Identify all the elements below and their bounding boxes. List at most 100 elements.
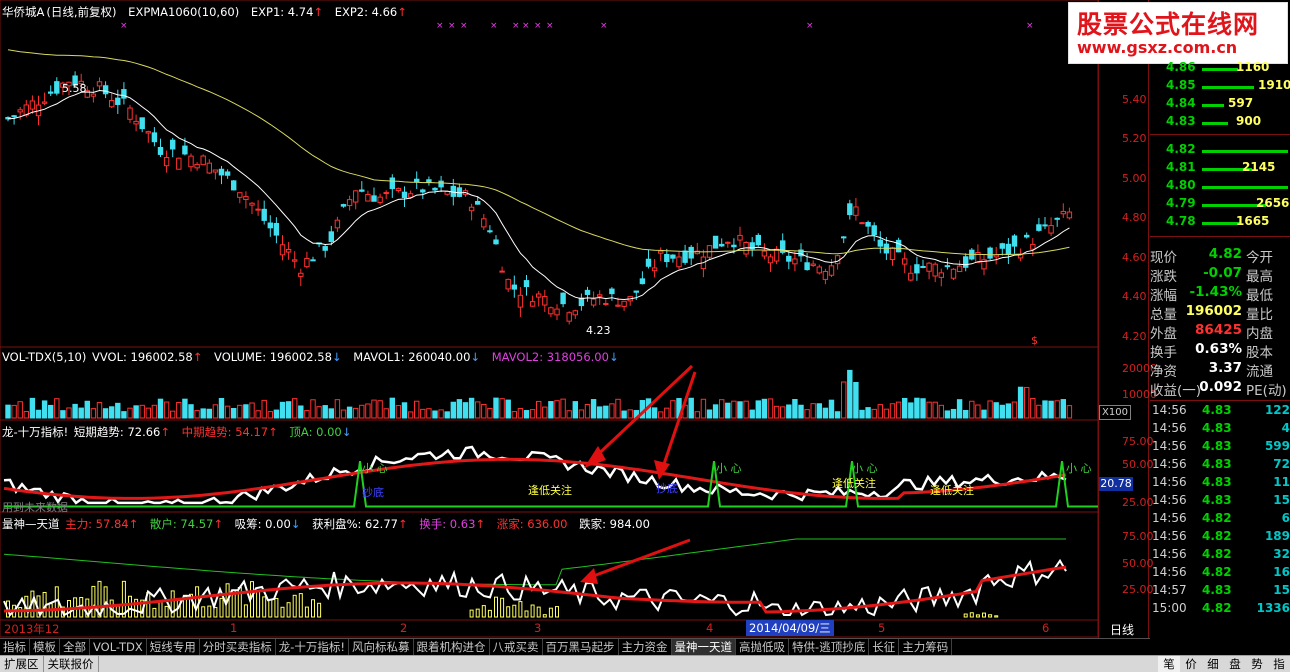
candle-body	[920, 265, 926, 268]
period-indicator[interactable]: 日线	[1110, 621, 1134, 638]
tab-1[interactable]: 模板	[30, 639, 60, 655]
volume-bar	[694, 411, 700, 419]
volume-bar	[548, 401, 554, 419]
ask-row[interactable]: 4.86 1160	[1150, 60, 1290, 78]
candle-body	[90, 93, 97, 97]
volume-bar	[627, 409, 633, 419]
related-quotes-button[interactable]: 关联报价	[44, 656, 99, 672]
tab-10[interactable]: 百万黑马起步	[543, 639, 619, 655]
bid-row[interactable]: 4.82	[1150, 142, 1290, 160]
stat-row: 收益(一) 0.092 PE(动)	[1150, 379, 1290, 399]
candle-body	[804, 262, 810, 271]
bid-row[interactable]: 4.78 1665	[1150, 214, 1290, 232]
stock-name[interactable]: 华侨城A	[2, 5, 44, 19]
tab-16[interactable]: 主力筹码	[899, 639, 953, 655]
stat-label: 换手	[1150, 345, 1177, 361]
volume-bar	[475, 401, 481, 419]
volume-bar	[96, 402, 103, 419]
signal-caution: 小 心	[1066, 462, 1092, 475]
candle-body	[517, 294, 524, 308]
candle-body	[365, 193, 371, 202]
volume-bar	[926, 401, 932, 419]
volume-bar	[688, 397, 694, 419]
signal-watch: 逢低关注	[528, 484, 572, 497]
ask-row[interactable]: 4.83 900	[1150, 114, 1290, 132]
candle-body	[719, 243, 725, 247]
tick-price: 4.83	[1202, 457, 1232, 471]
stat-label: 涨跌	[1150, 269, 1177, 285]
volume-bar	[920, 398, 926, 419]
candle-body	[895, 239, 902, 253]
bid-row[interactable]: 4.79 2656	[1150, 196, 1290, 214]
date-label: 3	[534, 621, 542, 635]
tick-volume: 15	[1273, 583, 1290, 597]
tab-13[interactable]: 高抛低吸	[736, 639, 790, 655]
expand-area-button[interactable]: 扩展区	[0, 656, 44, 672]
volume-bar	[584, 403, 591, 419]
tick-time: 15:00	[1152, 601, 1187, 615]
tab-detail[interactable]: 细	[1202, 656, 1224, 672]
tab-4[interactable]: 短线专用	[147, 639, 200, 655]
tab-7[interactable]: 风向标私募	[349, 639, 414, 655]
candle-body	[359, 189, 365, 192]
volume-bar	[536, 400, 542, 419]
candle-body	[725, 241, 731, 244]
volume-bar	[334, 399, 341, 419]
tab-15[interactable]: 长征	[869, 639, 900, 655]
tab-3[interactable]: VOL-TDX	[90, 639, 147, 655]
stat-row: 净资 3.37 流通	[1150, 360, 1290, 380]
stat-label: 涨幅	[1150, 288, 1177, 304]
period-label: (日线,前复权)	[46, 5, 117, 19]
volume-bar	[206, 408, 213, 419]
tab-8[interactable]: 跟着机构进仓	[414, 639, 490, 655]
tab-9[interactable]: 八戒买卖	[490, 639, 543, 655]
ask-row[interactable]: 4.84 597	[1150, 96, 1290, 114]
tab-12[interactable]: 量神一天道	[671, 639, 737, 655]
tab-11[interactable]: 主力资金	[619, 639, 672, 655]
tick-volume: 15	[1273, 493, 1290, 507]
bid-row[interactable]: 4.80	[1150, 178, 1290, 196]
candle-body	[1066, 211, 1073, 219]
candle-body	[328, 231, 335, 243]
tab-price[interactable]: 价	[1180, 656, 1202, 672]
candle-body	[566, 312, 572, 322]
candle-body	[633, 290, 639, 293]
chart-area[interactable]: × × × × × × × × × × × ×	[0, 0, 1100, 638]
volume-bar	[816, 403, 822, 419]
stat-label: 今开	[1246, 250, 1273, 266]
candle-body	[615, 304, 621, 307]
tick-time: 14:56	[1152, 457, 1187, 471]
candle-body	[481, 218, 487, 228]
volume-bar	[353, 407, 359, 419]
ask-row[interactable]: 4.85 1910	[1150, 78, 1290, 96]
low-price-label: 4.23	[586, 324, 611, 337]
candle-body	[529, 301, 536, 307]
signal-caution: 小 心	[716, 462, 742, 475]
tab-0[interactable]: 指标	[0, 639, 30, 655]
tab-6[interactable]: 龙-十万指标!	[276, 639, 350, 655]
volume-bar	[432, 410, 438, 419]
tab-indicator[interactable]: 指	[1268, 656, 1290, 672]
signal-mark: ×	[448, 21, 456, 31]
tick-price: 4.83	[1202, 439, 1232, 453]
tab-14[interactable]: 特供-逃顶抄底	[789, 639, 870, 655]
tick-row: 14:56 4.83 122	[1150, 403, 1290, 421]
accumulate-value: 吸筹: 0.00↓	[234, 517, 301, 531]
bid-row[interactable]: 4.81 2145	[1150, 160, 1290, 178]
candle-body	[414, 178, 420, 183]
volume-bar	[493, 397, 499, 419]
candle-body	[853, 206, 859, 216]
tab-trend[interactable]: 势	[1246, 656, 1268, 672]
tick-price: 4.83	[1202, 493, 1232, 507]
candle-body	[48, 91, 54, 94]
volume-bar	[151, 404, 158, 419]
volume-bar	[176, 401, 182, 419]
volume-bar	[121, 411, 127, 419]
tab-trades[interactable]: 笔	[1158, 656, 1180, 672]
tab-book[interactable]: 盘	[1224, 656, 1246, 672]
volume-bar	[615, 398, 621, 419]
tab-5[interactable]: 分时买卖指标	[200, 639, 276, 655]
tab-2[interactable]: 全部	[60, 639, 90, 655]
axis-separator	[1098, 0, 1099, 638]
volume-bar	[54, 398, 60, 419]
